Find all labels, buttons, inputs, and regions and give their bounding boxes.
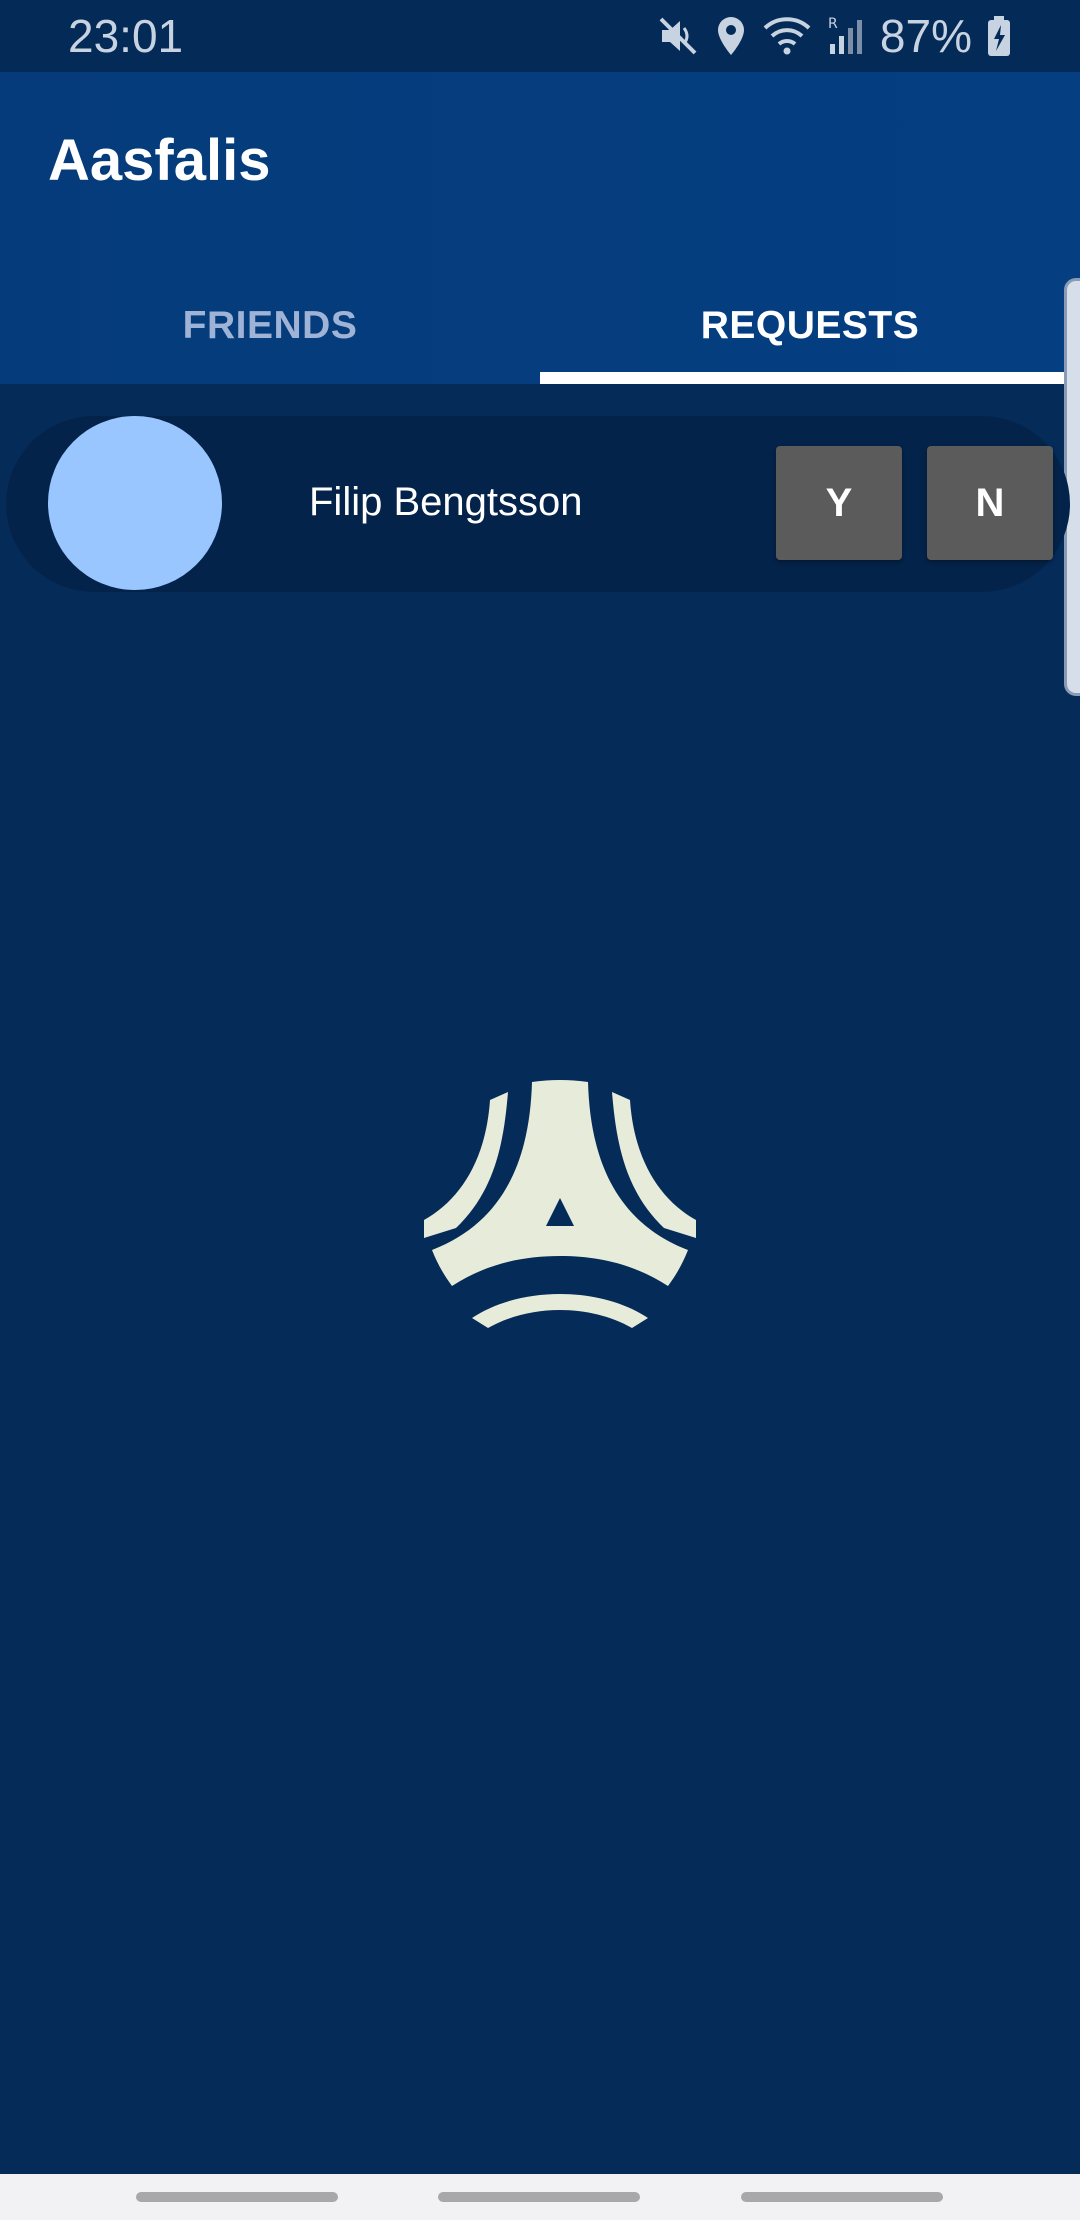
svg-text:R: R xyxy=(828,16,838,32)
battery-percentage: 87% xyxy=(879,10,972,62)
mute-icon xyxy=(656,14,700,58)
tab-requests[interactable]: REQUESTS xyxy=(540,268,1080,384)
status-time: 23:01 xyxy=(68,10,184,62)
tab-friends[interactable]: FRIENDS xyxy=(0,268,540,384)
wifi-icon xyxy=(762,14,812,58)
app-title: Aasfalis xyxy=(48,128,271,193)
battery-charging-icon xyxy=(986,14,1012,58)
tab-bar: FRIENDS REQUESTS xyxy=(0,268,1080,384)
accept-request-button[interactable]: Y xyxy=(776,446,902,560)
location-icon xyxy=(714,14,748,58)
avatar xyxy=(48,416,222,590)
decline-request-button[interactable]: N xyxy=(927,446,1053,560)
nav-back-button[interactable] xyxy=(741,2192,943,2202)
status-bar: 23:01 R 87% xyxy=(0,0,1080,72)
tab-selected-indicator xyxy=(540,372,1080,384)
nav-home-button[interactable] xyxy=(438,2192,640,2202)
app-bar: Aasfalis FRIENDS REQUESTS xyxy=(0,72,1080,384)
aasfalis-logo-icon xyxy=(420,1080,700,1340)
status-icons: R 87% xyxy=(656,8,1012,64)
system-nav-bar xyxy=(0,2174,1080,2220)
request-list-item: Filip Bengtsson Y N xyxy=(6,416,1070,592)
requester-name: Filip Bengtsson xyxy=(309,480,583,524)
nav-recents-button[interactable] xyxy=(136,2192,338,2202)
signal-icon: R xyxy=(826,14,866,58)
